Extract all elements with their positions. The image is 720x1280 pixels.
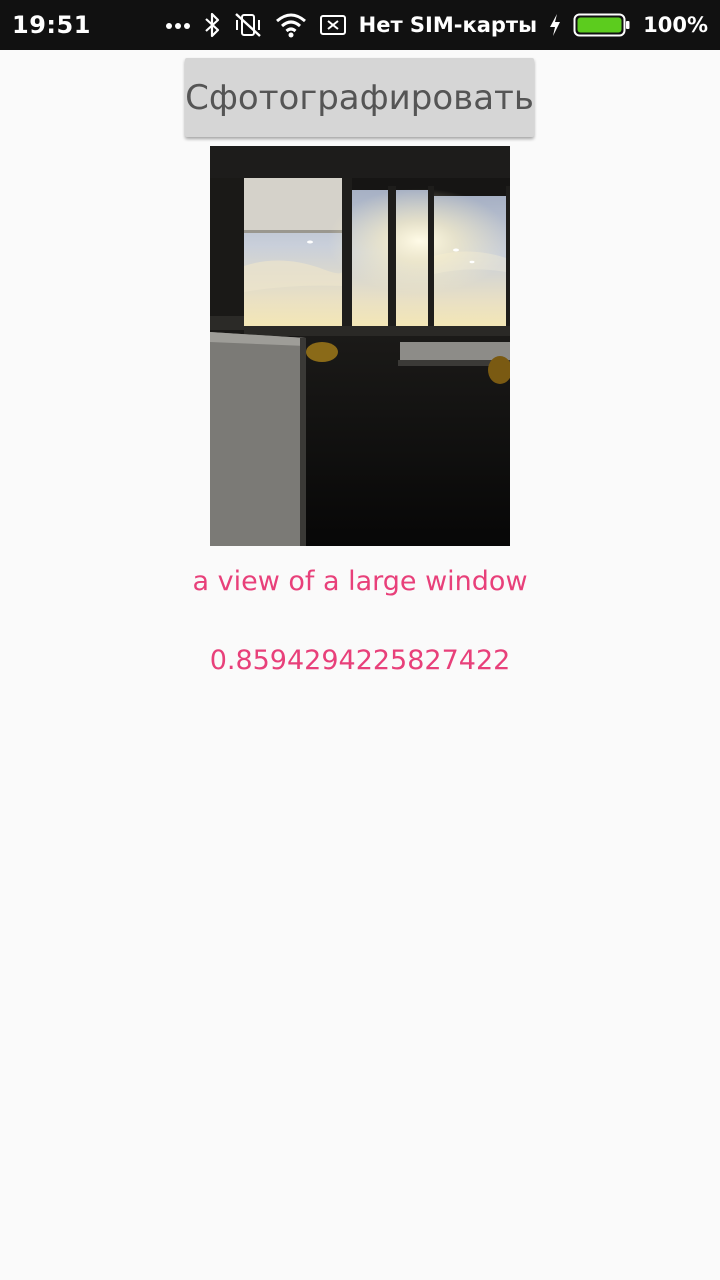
carrier-label: Нет SIM-карты — [358, 13, 538, 37]
wifi-icon — [275, 12, 307, 38]
status-bar: 19:51 Нет SIM-карты 100% — [0, 0, 720, 50]
confidence-score: 0.8594294225827422 — [209, 645, 511, 676]
more-dots-icon — [165, 20, 191, 30]
bluetooth-icon — [203, 12, 221, 38]
battery-icon — [573, 12, 631, 38]
caption-text: a view of a large window — [192, 566, 528, 597]
status-icons: Нет SIM-карты 100% — [165, 11, 708, 39]
take-photo-button[interactable]: Сфотографировать — [185, 58, 534, 137]
no-sim-icon — [319, 13, 347, 37]
captured-photo — [210, 146, 510, 546]
battery-percent: 100% — [643, 13, 708, 37]
vibrate-off-icon — [233, 11, 263, 39]
charging-icon — [549, 13, 561, 37]
status-time: 19:51 — [12, 11, 91, 39]
